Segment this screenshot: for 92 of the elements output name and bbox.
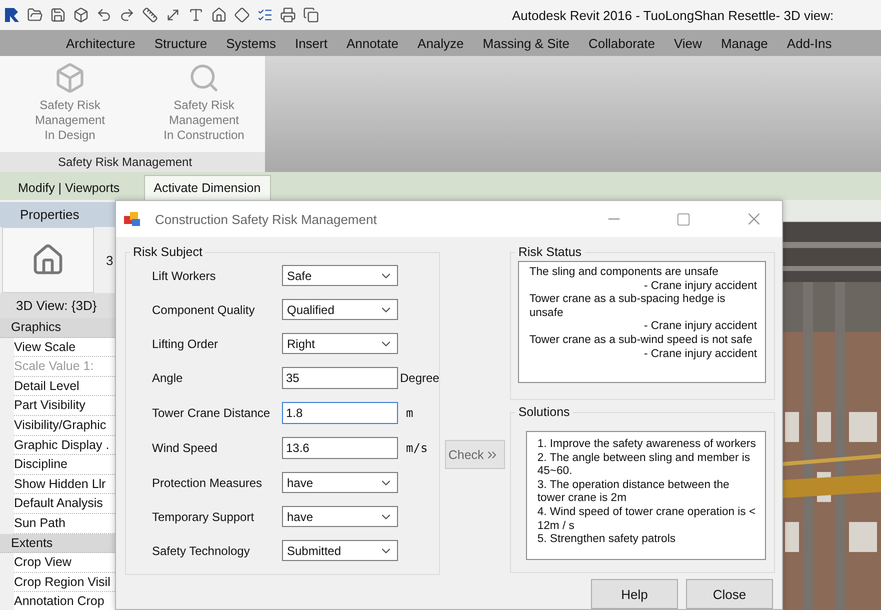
diamond-icon[interactable] xyxy=(234,7,250,23)
context-tab[interactable]: Modify | Viewports xyxy=(8,175,130,200)
dropdown[interactable]: Right xyxy=(282,333,398,354)
ribbon-tab[interactable]: Annotate xyxy=(346,36,399,50)
property-name: Graphic Display . xyxy=(14,436,115,456)
type-preview[interactable] xyxy=(2,227,94,293)
maximize-icon[interactable] xyxy=(676,212,691,226)
ribbon-button-label[interactable]: Safety Risk Management In Construction xyxy=(164,98,244,143)
unit-label: Degree xyxy=(400,371,440,385)
property-category: Graphics xyxy=(0,318,115,338)
type-name: 3 xyxy=(106,252,114,268)
text-icon[interactable] xyxy=(188,7,204,23)
field-label: Temporary Support xyxy=(152,510,256,524)
dropdown[interactable]: Qualified xyxy=(282,299,398,320)
solution-item: 2. The angle between sling and member is 45~60. xyxy=(537,452,752,479)
property-name: Show Hidden Llr xyxy=(14,474,115,494)
close-button[interactable]: Close xyxy=(686,579,773,609)
ribbon-tab[interactable]: Analyze xyxy=(418,36,464,50)
dropdown[interactable]: Submitted xyxy=(282,540,398,561)
window-title: Autodesk Revit 2016 - TuoLongShan Resettle- 3D view: xyxy=(512,8,834,22)
redo-icon[interactable] xyxy=(119,7,135,23)
field-label: Protection Measures xyxy=(152,476,264,490)
group-title: Risk Subject xyxy=(132,245,204,259)
field-label: Lifting Order xyxy=(152,336,220,350)
field-label: Component Quality xyxy=(152,302,256,316)
property-category: Extents xyxy=(0,534,115,554)
solution-item: 5. Strengthen safety patrols xyxy=(537,533,676,547)
field-label: Wind Speed xyxy=(152,441,218,455)
property-name: Scale Value 1: xyxy=(14,357,115,377)
field-label: Lift Workers xyxy=(152,268,217,282)
solution-item: 1. Improve the safety awareness of workers xyxy=(537,438,757,452)
text-input[interactable]: 1.8 xyxy=(282,402,398,424)
property-name: Visibility/Graphic xyxy=(14,416,115,436)
app-icon xyxy=(124,211,142,227)
copy-icon[interactable] xyxy=(303,7,319,23)
context-tab[interactable]: Activate Dimension xyxy=(144,175,271,200)
view-type-selector[interactable]: 3D View: {3D} xyxy=(0,293,115,318)
checklist-icon[interactable] xyxy=(257,7,273,23)
property-name: Detail Level xyxy=(14,376,115,396)
dropdown[interactable]: have xyxy=(282,472,398,493)
dropdown[interactable]: have xyxy=(282,506,398,527)
house-icon xyxy=(31,243,65,277)
help-button[interactable]: Help xyxy=(591,579,678,609)
solution-item: 3. The operation distance between the tower crane is 2m xyxy=(537,478,730,506)
ribbon-tab[interactable]: Collaborate xyxy=(588,36,655,50)
risk-line: Tower crane as a sub-wind speed is not safe xyxy=(529,334,754,348)
text-input[interactable]: 35 xyxy=(282,367,398,389)
field-label: Safety Technology xyxy=(152,544,251,558)
dimension-icon[interactable] xyxy=(165,7,181,23)
unit-label: m xyxy=(405,406,414,420)
risk-line: The sling and components are unsafe xyxy=(529,266,720,280)
ribbon-tab[interactable]: Architecture xyxy=(66,36,136,50)
dropdown[interactable]: Safe xyxy=(282,265,398,286)
property-name: Annotation Crop xyxy=(14,592,115,610)
accident-line: - Crane injury accident xyxy=(642,280,757,294)
property-name: Discipline xyxy=(14,455,115,475)
ribbon-button-label[interactable]: Safety Risk Management In Design xyxy=(34,98,106,143)
unit-label: m/s xyxy=(405,441,429,455)
panel-title: Safety Risk Management xyxy=(0,152,265,172)
property-name: Crop Region Visil xyxy=(14,572,115,592)
accident-line: - Crane injury accident xyxy=(642,348,757,362)
ribbon-tab[interactable]: Add-Ins xyxy=(786,36,832,50)
accident-line: - Crane injury accident xyxy=(642,320,757,334)
risk-line: Tower crane as a sub-spacing hedge is unsafe xyxy=(529,293,726,320)
group-title: Solutions xyxy=(517,405,571,419)
ribbon-tab[interactable]: Massing & Site xyxy=(482,36,570,50)
ribbon-tab[interactable]: Insert xyxy=(294,36,328,50)
house-icon[interactable] xyxy=(211,7,227,23)
cube-icon[interactable] xyxy=(73,7,89,23)
property-name: Part Visibility xyxy=(14,396,115,416)
ruler-icon[interactable] xyxy=(142,7,158,23)
ribbon-tab[interactable]: Manage xyxy=(720,36,768,50)
printer-icon[interactable] xyxy=(280,7,296,23)
open-folder-icon[interactable] xyxy=(27,7,43,23)
dialog-title: Construction Safety Risk Management xyxy=(155,212,378,226)
field-label: Angle xyxy=(152,371,184,385)
save-icon[interactable] xyxy=(50,7,66,23)
property-name: Sun Path xyxy=(14,514,115,534)
group-title: Risk Status xyxy=(517,245,583,259)
ribbon-tab[interactable]: Structure xyxy=(154,36,208,50)
solution-item: 4. Wind speed of tower crane operation is < 12m / s xyxy=(537,506,757,534)
property-name: View Scale xyxy=(14,338,115,358)
text-input[interactable]: 13.6 xyxy=(282,437,398,459)
check-button[interactable]: Check xyxy=(445,440,506,469)
ribbon-tab[interactable]: Systems xyxy=(226,36,276,50)
field-label: Tower Crane Distance xyxy=(152,406,272,420)
property-name: Default Analysis xyxy=(14,494,115,514)
ribbon-tab[interactable]: View xyxy=(674,36,702,50)
properties-header: Properties xyxy=(0,202,115,227)
undo-icon[interactable] xyxy=(96,7,112,23)
property-name: Crop View xyxy=(14,553,115,573)
app-logo-icon[interactable] xyxy=(4,7,20,23)
